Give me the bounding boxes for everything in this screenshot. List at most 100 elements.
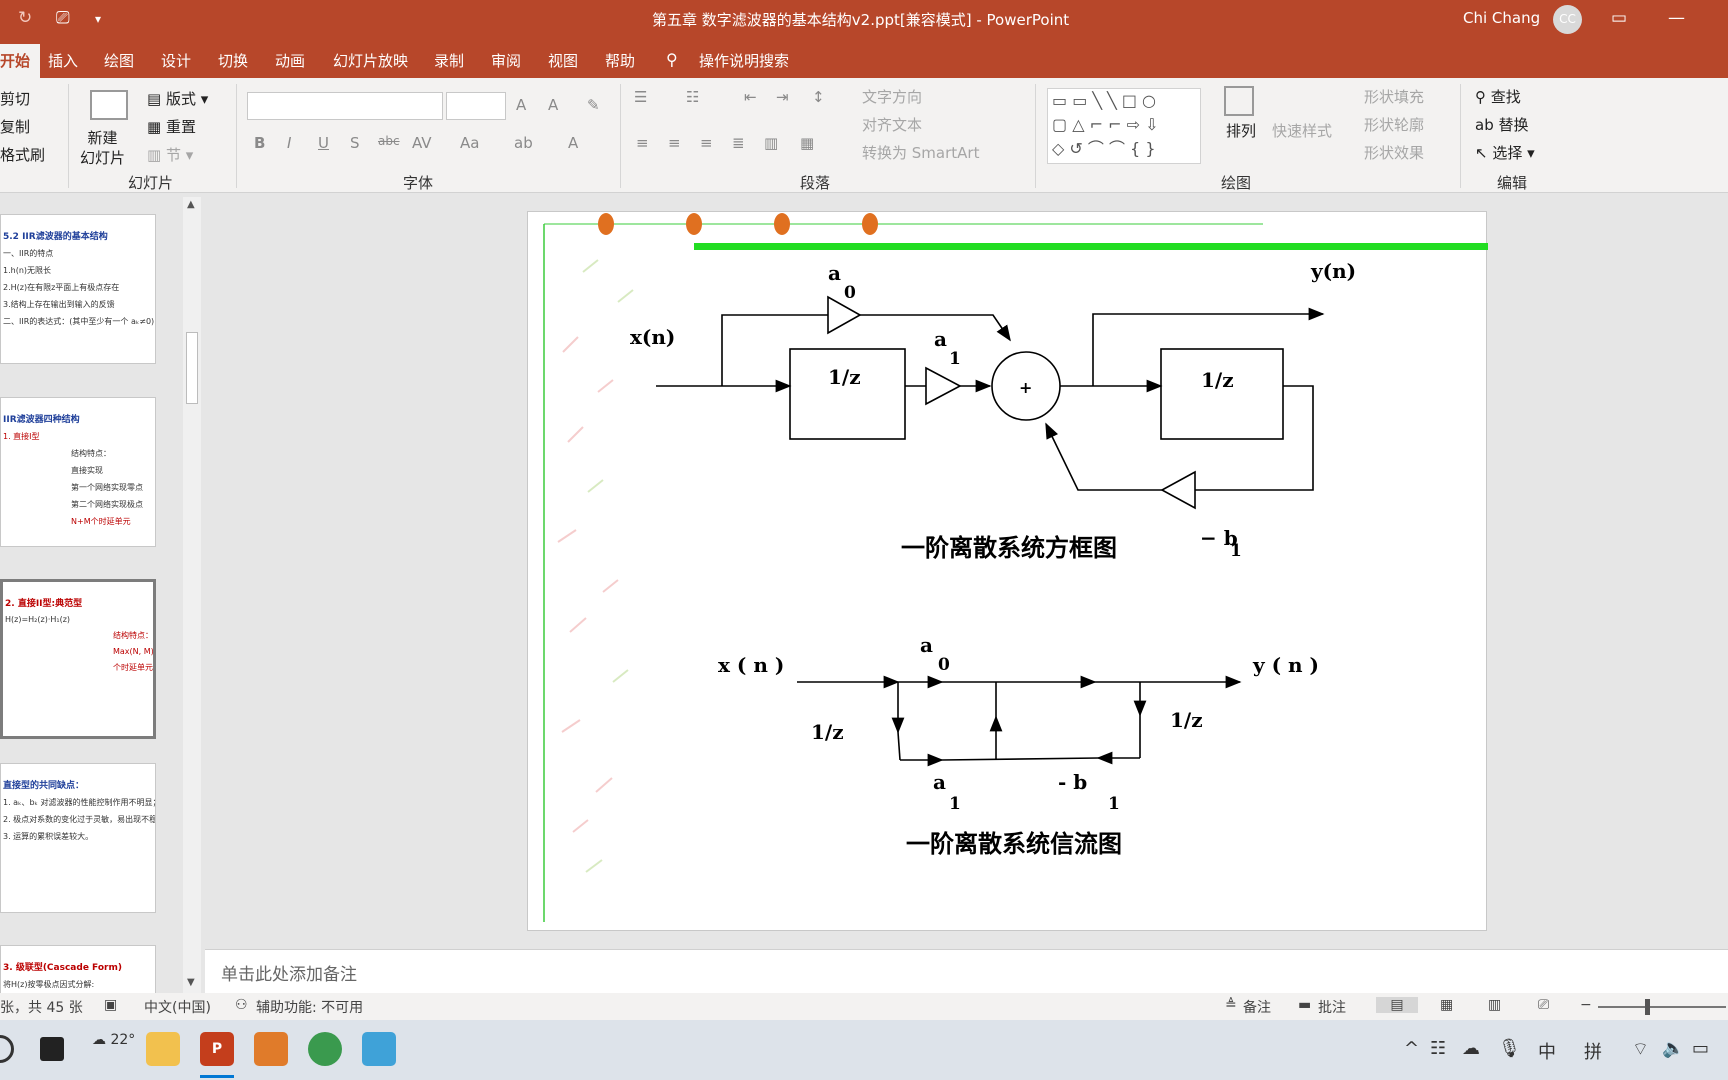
ime-mode[interactable]: 中 — [1538, 1038, 1556, 1064]
increase-font-icon[interactable]: A — [516, 96, 526, 114]
scroll-down-icon[interactable]: ▼ — [187, 977, 195, 988]
strikethrough-icon[interactable]: abc — [378, 134, 400, 148]
wifi-icon[interactable]: ⌔ — [1632, 1038, 1649, 1061]
search-icon[interactable] — [0, 1035, 14, 1063]
shape-fill-button[interactable]: 形状填充 — [1364, 86, 1424, 107]
task-view-icon[interactable] — [40, 1037, 64, 1061]
new-slide-button[interactable]: 新建 幻灯片 — [80, 128, 125, 168]
chrome-icon[interactable] — [308, 1032, 342, 1066]
comments-button[interactable]: 批注 — [1318, 997, 1346, 1017]
font-color-icon[interactable]: A — [568, 134, 578, 152]
shape-outline-button[interactable]: 形状轮廓 — [1364, 114, 1424, 135]
format-painter-button[interactable]: 格式刷 — [0, 144, 45, 165]
font-name-combo[interactable] — [247, 92, 443, 120]
matlab-icon[interactable] — [254, 1032, 288, 1066]
scroll-thumb[interactable] — [186, 332, 198, 404]
powerpoint-icon[interactable]: P — [200, 1032, 234, 1066]
app-icon[interactable] — [362, 1032, 396, 1066]
avatar[interactable]: CC — [1553, 5, 1582, 34]
slide-thumbnail[interactable]: 直接型的共同缺点： 1. aₖ、bₖ 对滤波器的性能控制作用不明显； 2. 极点… — [0, 763, 156, 913]
spellcheck-icon[interactable]: ▣ — [104, 997, 117, 1013]
notes-pane[interactable]: 单击此处添加备注 — [205, 949, 1728, 993]
section-button[interactable]: ▥ 节 ▾ — [147, 144, 193, 165]
decrease-indent-icon[interactable]: ⇤ — [744, 88, 757, 106]
shape-effects-button[interactable]: 形状效果 — [1364, 142, 1424, 163]
minimize-icon[interactable]: — — [1668, 8, 1685, 28]
zoom-out-icon[interactable]: − — [1580, 997, 1592, 1013]
user-name[interactable]: Chi Chang — [1463, 9, 1540, 27]
numbering-icon[interactable]: ☷ — [686, 88, 699, 106]
arrange-button[interactable]: 排列 — [1226, 120, 1256, 141]
bullets-icon[interactable]: ☰ — [634, 88, 647, 106]
volume-icon[interactable]: 🔈 — [1662, 1038, 1684, 1059]
show-hidden-icons-icon[interactable]: ^ — [1404, 1038, 1419, 1059]
arrange-icon[interactable] — [1224, 86, 1254, 116]
decrease-font-icon[interactable]: A — [548, 96, 558, 114]
tab-design[interactable]: 设计 — [161, 50, 191, 71]
find-button[interactable]: ⚲ 查找 — [1475, 86, 1521, 107]
tab-record[interactable]: 录制 — [434, 50, 464, 71]
tab-review[interactable]: 审阅 — [491, 50, 521, 71]
redo-icon[interactable]: ↻ — [18, 8, 32, 28]
slide-thumbnail[interactable]: 5.2 IIR滤波器的基本结构 一、IIR的特点 1.h(n)无限长 2.H(z… — [0, 214, 156, 364]
quick-styles-button[interactable]: 快速样式 — [1272, 120, 1332, 141]
font-size-combo[interactable] — [446, 92, 506, 120]
underline-icon[interactable]: U — [318, 134, 329, 152]
align-center-icon[interactable]: ≡ — [668, 134, 681, 152]
change-case-icon[interactable]: Aa — [460, 134, 479, 152]
tab-help[interactable]: 帮助 — [605, 50, 635, 71]
battery-icon[interactable]: ▭ — [1692, 1038, 1709, 1059]
distributed-icon[interactable]: ▥ — [764, 134, 778, 152]
weather-widget[interactable]: ☁ 22° — [92, 1032, 135, 1048]
align-left-icon[interactable]: ≡ — [636, 134, 649, 152]
customize-qat-icon[interactable]: ▾ — [95, 12, 101, 26]
bold-icon[interactable]: B — [254, 134, 265, 152]
cut-button[interactable]: 剪切 — [0, 88, 30, 109]
shapes-gallery[interactable]: ▭ ▭ ╲ ╲ □ ○ ▢ △ ⌐ ⌐ ⇨ ⇩ ◇ ↺ ⌒ ⌒ { } — [1047, 88, 1201, 164]
tab-animations[interactable]: 动画 — [275, 50, 305, 71]
network-app-icon[interactable]: ☷ — [1430, 1038, 1446, 1059]
file-explorer-icon[interactable] — [146, 1032, 180, 1066]
notes-button[interactable]: 备注 — [1243, 997, 1271, 1017]
normal-view-icon[interactable]: ▤ — [1376, 997, 1418, 1013]
tab-home[interactable]: 开始 — [0, 44, 41, 78]
tab-slideshow[interactable]: 幻灯片放映 — [333, 50, 408, 71]
notes-placeholder[interactable]: 单击此处添加备注 — [221, 960, 357, 985]
thumbnail-scrollbar[interactable]: ▲ ▼ — [183, 197, 201, 993]
microphone-icon[interactable]: 🎙 — [1498, 1038, 1521, 1059]
tab-draw[interactable]: 绘图 — [104, 50, 134, 71]
reading-view-icon[interactable]: ▥ — [1488, 997, 1501, 1013]
tab-insert[interactable]: 插入 — [48, 50, 78, 71]
slide-counter[interactable]: 张，共 45 张 — [0, 997, 83, 1017]
onedrive-icon[interactable]: ☁ — [1462, 1038, 1480, 1059]
slide-canvas[interactable]: x(n) y(n) a 0 a 1 1/z 1/z + − b 1 一阶离散系统… — [527, 211, 1488, 931]
tab-transitions[interactable]: 切换 — [218, 50, 248, 71]
copy-button[interactable]: 复制 — [0, 116, 30, 137]
ribbon-display-icon[interactable]: ▭ — [1611, 8, 1627, 28]
shadow-icon[interactable]: S — [350, 134, 360, 152]
increase-indent-icon[interactable]: ⇥ — [776, 88, 789, 106]
slide-sorter-icon[interactable]: ▦ — [1440, 997, 1453, 1013]
scroll-up-icon[interactable]: ▲ — [187, 199, 195, 210]
slideshow-start-icon[interactable]: ⎚ — [56, 8, 70, 28]
slide-thumbnail-selected[interactable]: 2. 直接II型:典范型 H(z)=H₂(z)·H₁(z) 结构特点： Max(… — [0, 579, 156, 739]
align-right-icon[interactable]: ≡ — [700, 134, 713, 152]
columns-icon[interactable]: ▦ — [800, 134, 814, 152]
smartart-button[interactable]: 转换为 SmartArt — [862, 142, 979, 163]
char-spacing-icon[interactable]: AV — [412, 134, 432, 152]
tell-me-search[interactable]: 操作说明搜索 — [699, 50, 789, 71]
highlight-icon[interactable]: ab — [514, 134, 533, 152]
clear-format-icon[interactable]: ✎ — [587, 96, 600, 114]
text-direction-button[interactable]: 文字方向 — [862, 86, 922, 107]
new-slide-icon[interactable] — [90, 90, 128, 120]
justify-icon[interactable]: ≣ — [732, 134, 745, 152]
line-spacing-icon[interactable]: ↕ — [812, 88, 825, 106]
tab-view[interactable]: 视图 — [548, 50, 578, 71]
replace-button[interactable]: ab 替换 — [1475, 114, 1529, 135]
ime-pinyin[interactable]: 拼 — [1584, 1038, 1602, 1064]
italic-icon[interactable]: I — [287, 134, 291, 152]
language-status[interactable]: 中文(中国) — [144, 997, 211, 1017]
align-text-button[interactable]: 对齐文本 — [862, 114, 922, 135]
reset-button[interactable]: ▦ 重置 — [147, 116, 196, 137]
slideshow-view-icon[interactable]: ⎚ — [1538, 997, 1549, 1013]
